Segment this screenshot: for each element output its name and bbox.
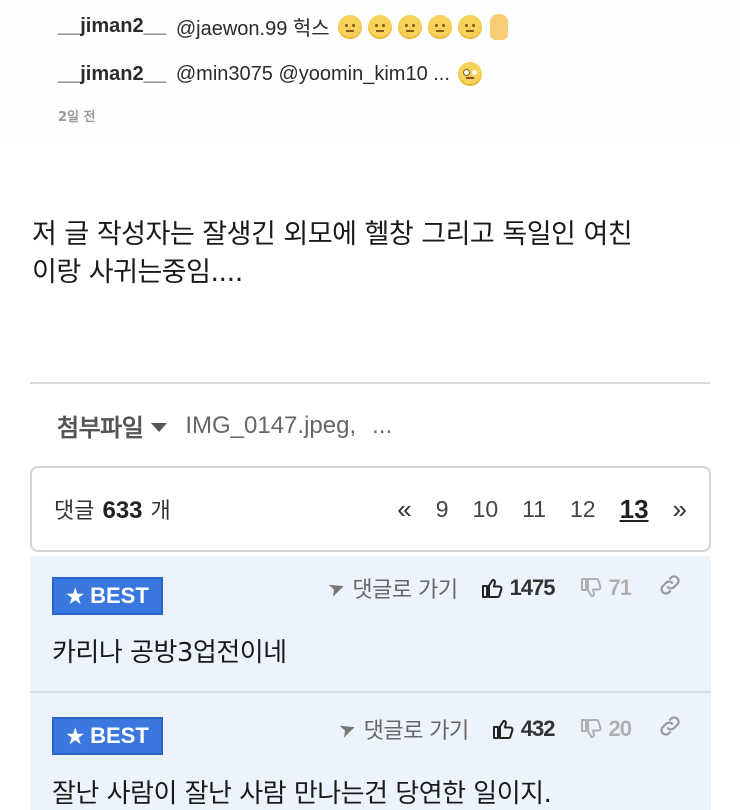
- downvote-count: 20: [608, 716, 633, 741]
- downvote-count: 71: [608, 575, 633, 600]
- caret-down-icon[interactable]: [151, 423, 168, 432]
- divider: [30, 382, 710, 384]
- embed-username: __jiman2__: [58, 62, 166, 85]
- embed-comment-text: @jaewon.99 헉스: [175, 18, 330, 40]
- grimace-face-icon: [337, 14, 362, 39]
- post-body: 저 글 작성자는 잘생긴 외모에 헬창 그리고 독일인 여친 이랑 사귀는중임.…: [32, 216, 712, 292]
- next-pages-button[interactable]: »: [673, 494, 687, 525]
- grimace-face-icon: [427, 14, 452, 39]
- best-badge-label: BEST: [90, 583, 149, 608]
- embed-comment-1: __jiman2__ @jaewon.99 헉스: [58, 12, 508, 41]
- comments-header: 댓글 633 개 « 9 10 11 12 13 »: [30, 466, 711, 552]
- goto-comment-label: 댓글로 가기: [363, 719, 470, 744]
- star-icon: ★: [66, 725, 85, 748]
- downvote-button[interactable]: 71: [579, 575, 633, 601]
- best-comment: ★ BEST ➤ 댓글로 가기 1475 71 카리나 공방3업전이네: [30, 556, 711, 691]
- flushed-face-icon: [457, 62, 482, 86]
- current-page[interactable]: 13: [620, 494, 649, 525]
- comment-actions: ➤ 댓글로 가기 1475 71: [324, 572, 683, 604]
- thumbs-up-icon: [481, 579, 503, 598]
- comment-count-number: 633: [102, 497, 143, 524]
- goto-comment-link[interactable]: ➤ 댓글로 가기: [324, 572, 458, 604]
- embed-comment-2: __jiman2__ @min3075 @yoomin_kim10 ...: [58, 62, 482, 86]
- page-link[interactable]: 12: [570, 496, 596, 523]
- embed-username: __jiman2__: [58, 15, 166, 37]
- upvote-button[interactable]: 1475: [480, 575, 556, 601]
- attachment-file[interactable]: IMG_0147.jpeg,: [185, 412, 356, 440]
- best-comment: ★ BEST ➤ 댓글로 가기 432 20 잘난 사람이 잘난 사람 만나는건…: [30, 693, 711, 810]
- attachments-label[interactable]: 첨부파일: [57, 408, 144, 443]
- prev-pages-button[interactable]: «: [397, 494, 411, 525]
- link-icon[interactable]: [657, 572, 683, 604]
- post-body-line: 저 글 작성자는 잘생긴 외모에 헬창 그리고 독일인 여친: [32, 219, 633, 250]
- grimace-face-icon: [457, 14, 482, 39]
- raised-hand-icon: [489, 13, 508, 40]
- navigate-arrow-icon: ➤: [324, 573, 348, 603]
- upvote-button[interactable]: 432: [491, 716, 556, 742]
- comment-text: 카리나 공방3업전이네: [52, 638, 287, 668]
- best-badge-label: BEST: [90, 723, 149, 748]
- downvote-button[interactable]: 20: [579, 716, 633, 742]
- grimace-face-icon: [367, 14, 392, 39]
- page-link[interactable]: 9: [436, 496, 449, 523]
- page-link[interactable]: 10: [473, 496, 499, 523]
- embed-comment-text: @min3075 @yoomin_kim10 ...: [175, 62, 450, 85]
- embedded-screenshot: __jiman2__ @jaewon.99 헉스 __jiman2__ @min…: [0, 0, 740, 140]
- star-icon: ★: [66, 585, 85, 608]
- page-link[interactable]: 11: [522, 496, 546, 523]
- comment-count: 댓글 633 개: [54, 493, 171, 525]
- upvote-count: 432: [520, 716, 556, 741]
- attachments: 첨부파일 IMG_0147.jpeg, ...: [57, 408, 392, 443]
- goto-comment-label: 댓글로 가기: [352, 578, 458, 603]
- embed-timestamp: 2일 전: [58, 110, 96, 125]
- comment-text: 잘난 사람이 잘난 사람 만나는건 당연한 일이지.: [52, 779, 552, 809]
- attachment-more[interactable]: ...: [372, 412, 392, 440]
- goto-comment-link[interactable]: ➤ 댓글로 가기: [335, 713, 470, 745]
- comment-actions: ➤ 댓글로 가기 432 20: [335, 713, 683, 745]
- best-badge: ★ BEST: [52, 577, 163, 615]
- upvote-count: 1475: [509, 575, 556, 600]
- thumbs-down-icon: [580, 719, 601, 739]
- comment-count-suffix: 개: [150, 499, 171, 524]
- thumbs-up-icon: [492, 720, 514, 739]
- post-body-line: 이랑 사귀는중임....: [32, 257, 243, 288]
- navigate-arrow-icon: ➤: [335, 714, 360, 744]
- best-badge: ★ BEST: [52, 717, 163, 755]
- link-icon[interactable]: [657, 713, 683, 745]
- thumbs-down-icon: [580, 578, 601, 598]
- grimace-face-icon: [397, 14, 422, 39]
- pagination: « 9 10 11 12 13 »: [373, 494, 687, 525]
- comment-count-prefix: 댓글: [54, 499, 95, 524]
